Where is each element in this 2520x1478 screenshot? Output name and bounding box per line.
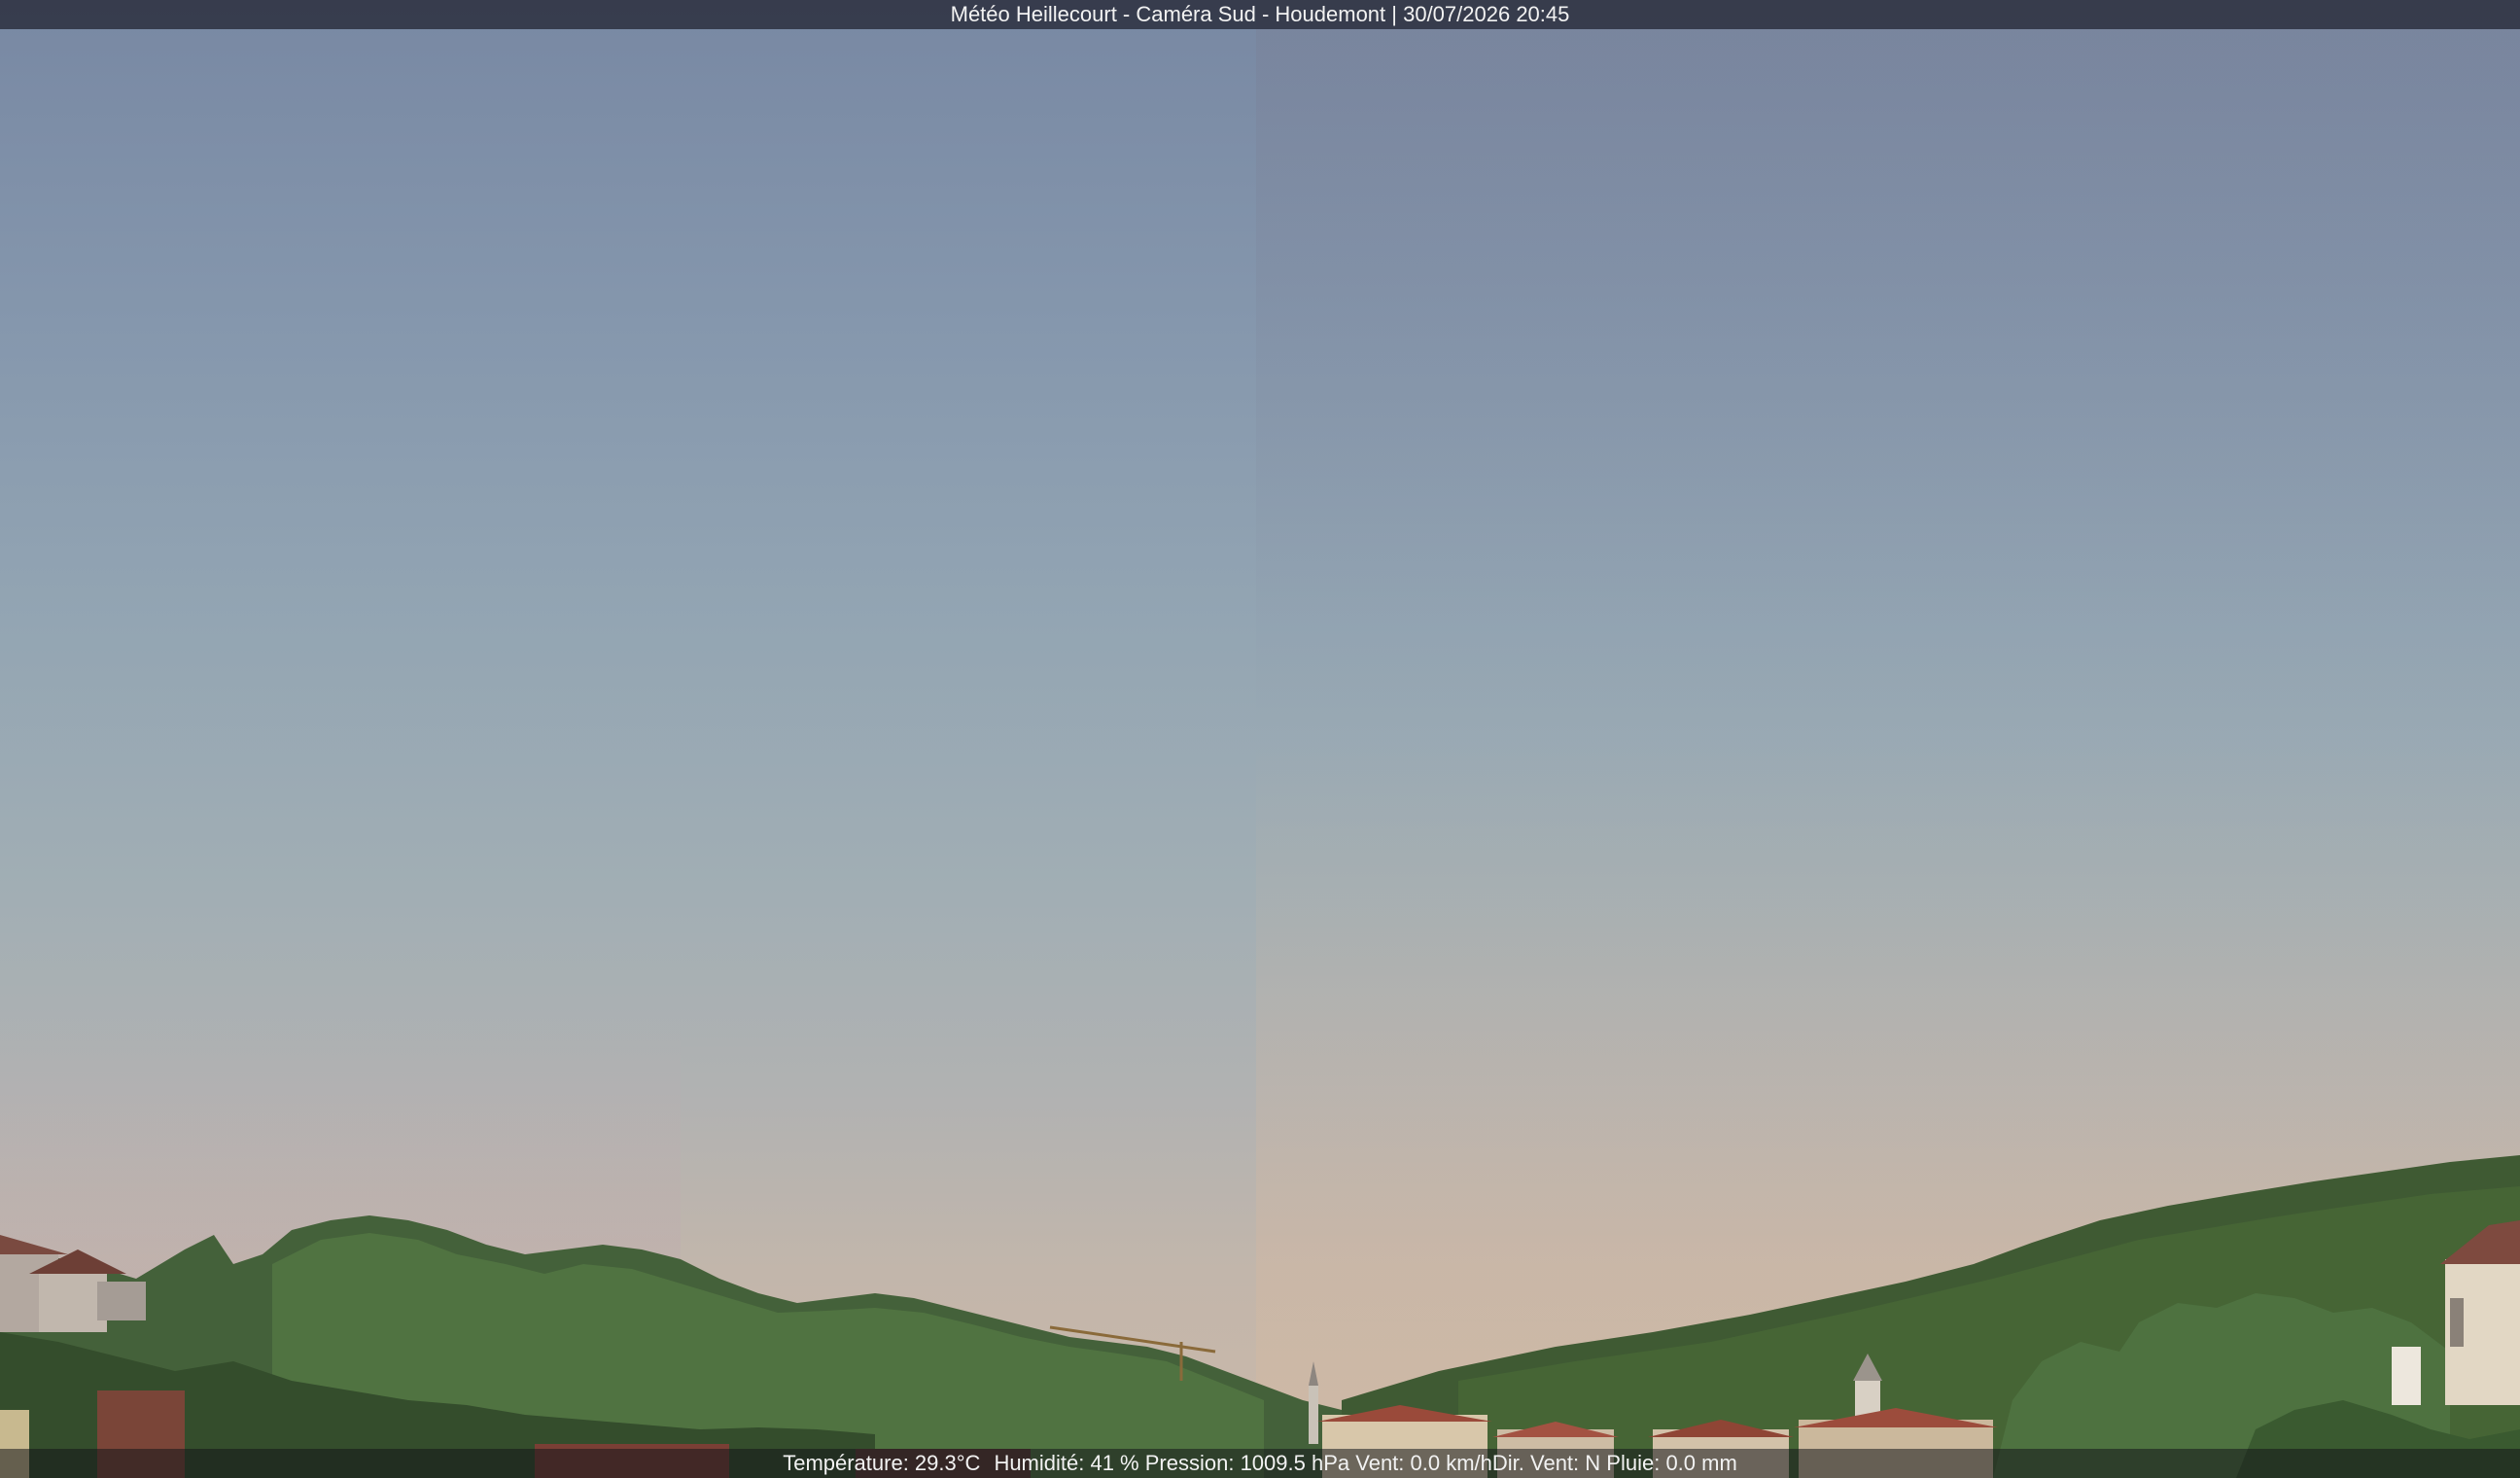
webcam-frame: Météo Heillecourt - Caméra Sud - Houdemo… xyxy=(0,0,2520,1478)
wind-direction-readout: Dir. Vent: N xyxy=(1491,1451,1601,1475)
title-bar: Météo Heillecourt - Caméra Sud - Houdemo… xyxy=(0,0,2520,29)
weather-readout-bar: Température: 29.3°C Humidité: 41 % Pressi… xyxy=(0,1449,2520,1478)
rain-readout: Pluie: 0.0 mm xyxy=(1606,1451,1737,1475)
temperature-readout: Température: 29.3°C xyxy=(783,1451,981,1475)
pressure-readout: Pression: 1009.5 hPa xyxy=(1144,1451,1350,1475)
landscape xyxy=(0,1155,2520,1478)
humidity-readout: Humidité: 41 % xyxy=(994,1451,1139,1475)
wind-readout: Vent: 0.0 km/h xyxy=(1355,1451,1492,1475)
webcam-title: Météo Heillecourt - Caméra Sud - Houdemo… xyxy=(950,2,1570,26)
